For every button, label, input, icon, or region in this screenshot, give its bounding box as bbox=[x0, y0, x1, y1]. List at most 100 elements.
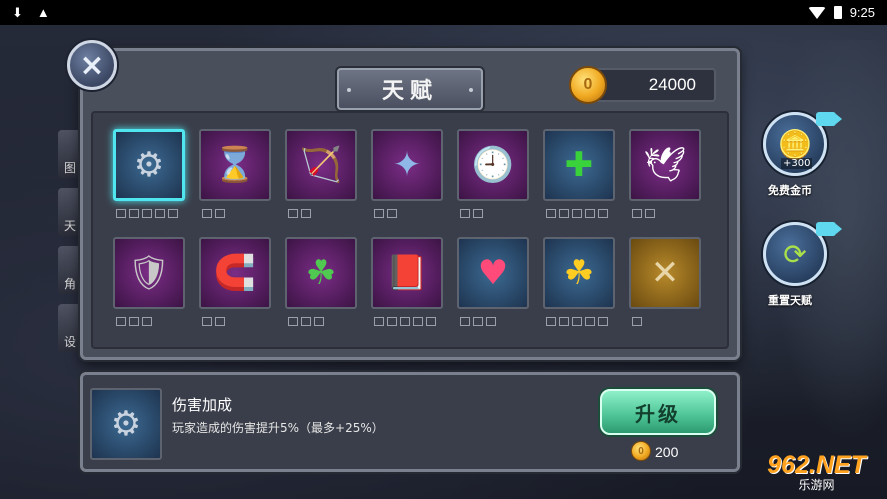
video-ad-icon bbox=[816, 112, 842, 126]
video-ad-icon bbox=[816, 222, 842, 236]
coin-icon: 0 bbox=[569, 66, 607, 104]
level-pip bbox=[301, 317, 311, 326]
angel-wing-icon: 🕊 bbox=[643, 145, 687, 185]
level-pip bbox=[473, 317, 483, 326]
talent-slot-clover-coin[interactable]: ☘ bbox=[543, 237, 615, 309]
level-pip bbox=[559, 317, 569, 326]
level-pip bbox=[215, 317, 225, 326]
talent-level-pips bbox=[546, 209, 608, 218]
talent-slot-green-cross[interactable]: ✚ bbox=[543, 129, 615, 201]
download-icon: ⬇ bbox=[12, 4, 23, 20]
level-pip bbox=[598, 317, 608, 326]
talent-slot-brass-knuckles[interactable]: ⚙ bbox=[113, 129, 185, 201]
talent-level-pips bbox=[460, 209, 483, 218]
battery-icon bbox=[833, 6, 842, 19]
heart-icon: ♥ bbox=[477, 253, 509, 293]
reset-talent-label: 重置天赋 bbox=[768, 294, 812, 307]
level-pip bbox=[116, 317, 126, 326]
level-pip bbox=[632, 209, 642, 218]
level-pip bbox=[486, 317, 496, 326]
level-pip bbox=[288, 317, 298, 326]
close-button[interactable]: × bbox=[67, 40, 117, 90]
upgrade-button[interactable]: 升级 bbox=[600, 389, 716, 435]
level-pip bbox=[585, 317, 595, 326]
talent-slot-crossed-arrows[interactable]: ✕ bbox=[629, 237, 701, 309]
rivet-icon bbox=[469, 88, 473, 92]
level-pip bbox=[546, 209, 556, 218]
level-pip bbox=[460, 317, 470, 326]
talent-slot-pocket-watch[interactable]: 🕘 bbox=[457, 129, 529, 201]
level-pip bbox=[598, 209, 608, 218]
talent-level-pips bbox=[374, 317, 436, 326]
talent-slot-bow[interactable]: 🏹 bbox=[285, 129, 357, 201]
level-pip bbox=[387, 317, 397, 326]
talent-level-pips bbox=[288, 209, 311, 218]
side-menu-item-map[interactable]: 图 bbox=[58, 130, 82, 178]
talent-slot-angel-wing[interactable]: 🕊 bbox=[629, 129, 701, 201]
talent-slot-book[interactable]: 📕 bbox=[371, 237, 443, 309]
level-pip bbox=[374, 317, 384, 326]
level-pip bbox=[426, 317, 436, 326]
book-icon: 📕 bbox=[385, 253, 429, 293]
clover-coin-icon: ☘ bbox=[563, 253, 595, 293]
level-pip bbox=[129, 317, 139, 326]
coin-balance: 24000 bbox=[590, 68, 716, 102]
brass-knuckles-icon: ⚙ bbox=[133, 145, 165, 185]
talent-slot-armor[interactable]: 🛡 bbox=[113, 237, 185, 309]
talent-level-pips bbox=[202, 317, 225, 326]
level-pip bbox=[142, 209, 152, 218]
level-pip bbox=[142, 317, 152, 326]
wifi-icon bbox=[807, 6, 826, 19]
talent-description: 玩家造成的伤害提升5%（最多+25%） bbox=[172, 421, 384, 435]
close-icon: × bbox=[79, 47, 105, 83]
talent-level-pips bbox=[116, 317, 152, 326]
site-watermark: 962.NET 乐游网 bbox=[749, 448, 884, 496]
level-pip bbox=[400, 317, 410, 326]
talent-level-pips bbox=[288, 317, 324, 326]
talent-level-pips bbox=[202, 209, 225, 218]
upgrade-cost: 200 bbox=[655, 444, 679, 460]
panel-title-plate: 天赋 bbox=[337, 68, 483, 110]
side-menu-item-settings[interactable]: 设 bbox=[58, 304, 82, 352]
status-time: 9:25 bbox=[849, 5, 875, 20]
armor-icon: 🛡 bbox=[127, 253, 171, 293]
talent-slot-hourglass[interactable]: ⌛ bbox=[199, 129, 271, 201]
level-pip bbox=[632, 317, 642, 326]
side-menu-item-talent[interactable]: 天 bbox=[58, 188, 82, 236]
bow-icon: 🏹 bbox=[299, 145, 343, 185]
talent-level-pips bbox=[116, 209, 178, 218]
talent-slot-clover[interactable]: ☘ bbox=[285, 237, 357, 309]
level-pip bbox=[116, 209, 126, 218]
treasure-chest-icon: 🪙 bbox=[777, 127, 813, 161]
level-pip bbox=[168, 209, 178, 218]
talent-slot-shuriken[interactable]: ✦ bbox=[371, 129, 443, 201]
brass-knuckles-icon: ⚙ bbox=[110, 404, 142, 444]
level-pip bbox=[314, 317, 324, 326]
talent-slot-heart[interactable]: ♥ bbox=[457, 237, 529, 309]
refresh-icon: ⟳ bbox=[783, 237, 807, 271]
selected-talent-icon: ⚙ bbox=[90, 388, 162, 460]
side-menu-item-character[interactable]: 角 bbox=[58, 246, 82, 294]
level-pip bbox=[215, 209, 225, 218]
level-pip bbox=[585, 209, 595, 218]
shuriken-icon: ✦ bbox=[392, 145, 422, 185]
level-pip bbox=[413, 317, 423, 326]
level-pip bbox=[473, 209, 483, 218]
talent-level-pips bbox=[632, 209, 655, 218]
level-pip bbox=[387, 209, 397, 218]
page-title: 天赋 bbox=[381, 79, 438, 104]
level-pip bbox=[559, 209, 569, 218]
level-pip bbox=[645, 209, 655, 218]
level-pip bbox=[129, 209, 139, 218]
talent-name: 伤害加成 bbox=[172, 396, 233, 414]
level-pip bbox=[460, 209, 470, 218]
upgrade-label: 升级 bbox=[635, 401, 681, 426]
talent-slot-magnet[interactable]: 🧲 bbox=[199, 237, 271, 309]
talent-level-pips bbox=[374, 209, 397, 218]
level-pip bbox=[301, 209, 311, 218]
clover-icon: ☘ bbox=[305, 253, 337, 293]
watermark-sub: 乐游网 bbox=[798, 478, 835, 492]
level-pip bbox=[572, 317, 582, 326]
hourglass-icon: ⌛ bbox=[213, 145, 257, 185]
status-bar: ⬇ ▲ 9:25 bbox=[0, 0, 887, 25]
